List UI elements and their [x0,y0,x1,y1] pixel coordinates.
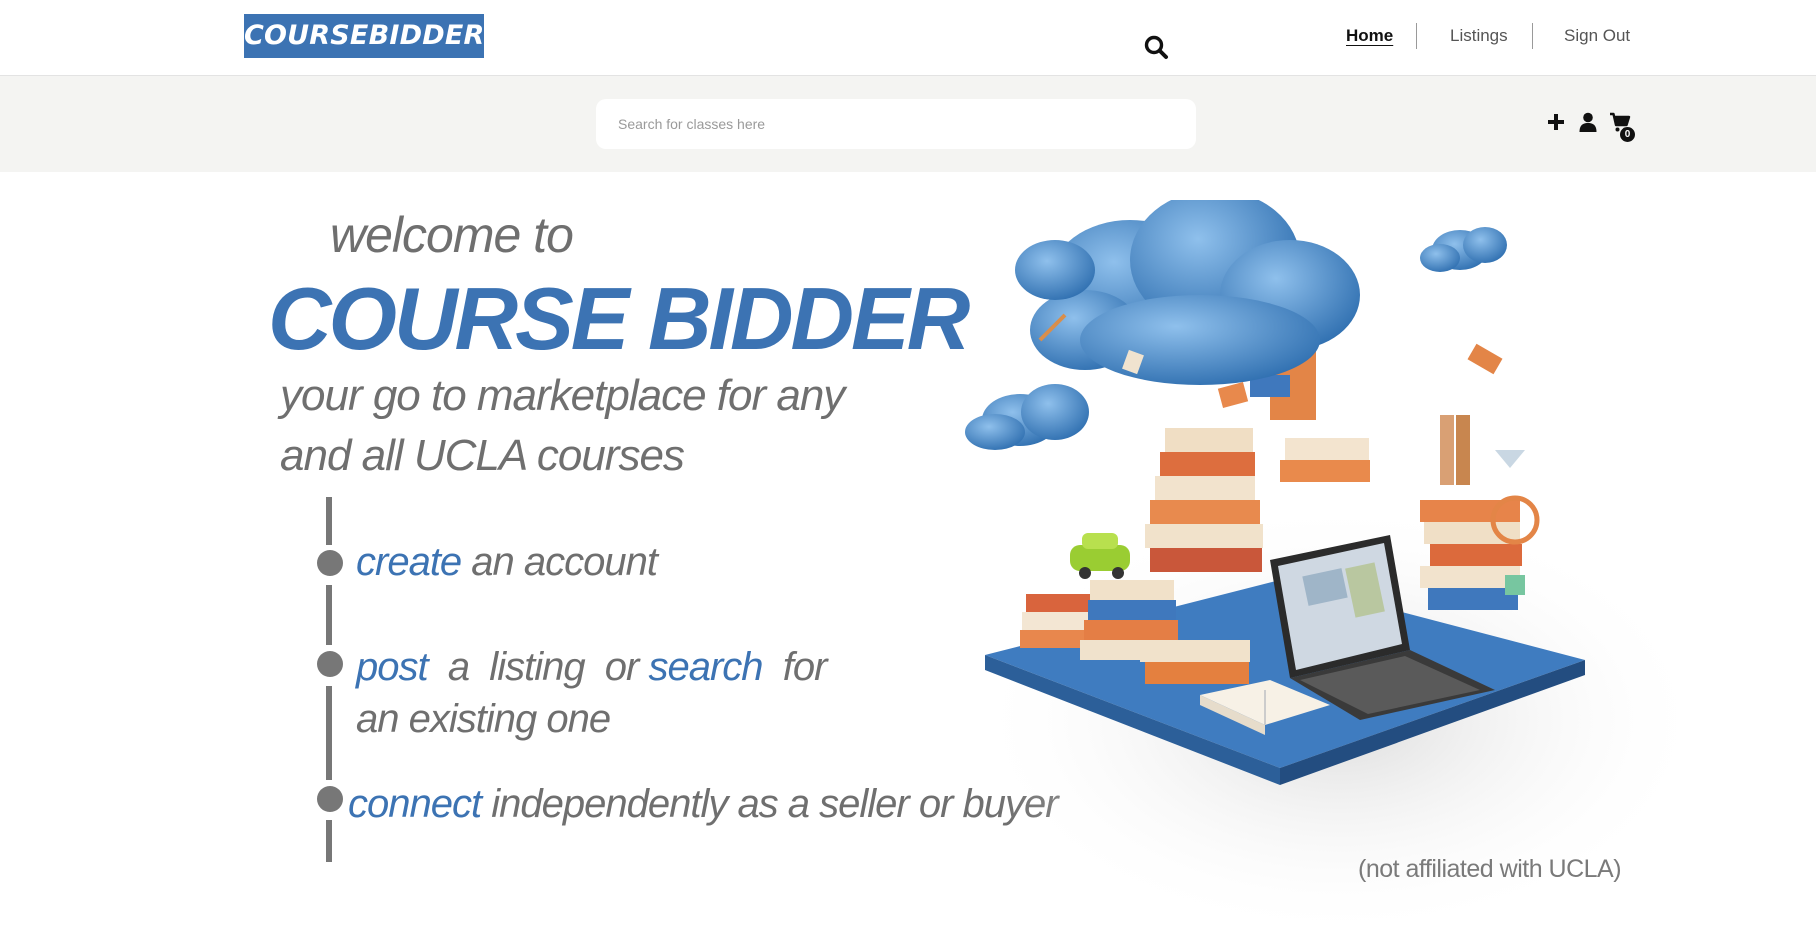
plus-icon[interactable] [1544,110,1568,134]
step-text: an account [461,540,658,584]
timeline-line [326,585,332,645]
search-icon[interactable] [1142,33,1172,63]
step-text: a listing or [427,645,649,689]
small-cloud [965,384,1089,450]
step-highlight: post [356,645,429,689]
timeline-line [326,497,332,545]
step-highlight: connect [348,782,482,826]
nav-listings-link[interactable]: Listings [1450,22,1508,50]
step-highlight: create [356,540,462,584]
step-text: for [762,645,828,689]
step-highlight: search [648,645,763,689]
search-box [596,99,1196,149]
nav-sign-out-link[interactable]: Sign Out [1564,22,1630,50]
step-create: create an account [356,540,658,585]
logo[interactable]: COURSEBIDDER [244,14,484,58]
tagline-line-2: and all UCLA courses [280,431,685,480]
tagline: your go to marketplace for any and all U… [280,366,845,486]
nav-divider [1532,23,1533,49]
nav-home-link[interactable]: Home [1346,22,1393,50]
timeline-line [326,820,332,862]
hero-title: COURSE BIDDER [268,269,970,368]
welcome-text: welcome to [330,207,574,263]
nav-divider [1416,23,1417,49]
timeline-line [326,686,332,780]
timeline-dot [317,651,343,677]
cloud [1015,200,1360,385]
books-clouds-laptop-illustration [965,200,1710,940]
disclaimer-text: (not affiliated with UCLA) [1358,855,1622,883]
top-nav: COURSEBIDDER Home Listings Sign Out [0,0,1816,76]
small-cloud [1420,227,1507,272]
step-post-search: post a listing or search for [356,645,828,690]
timeline-dot [317,550,343,576]
cart-count-badge: 0 [1620,127,1635,142]
step-post-search-line-2: an existing one [356,697,611,741]
timeline-dot [317,786,343,812]
user-icon[interactable] [1576,110,1600,134]
tagline-line-1: your go to marketplace for any [280,371,845,420]
search-input[interactable] [618,112,1118,136]
